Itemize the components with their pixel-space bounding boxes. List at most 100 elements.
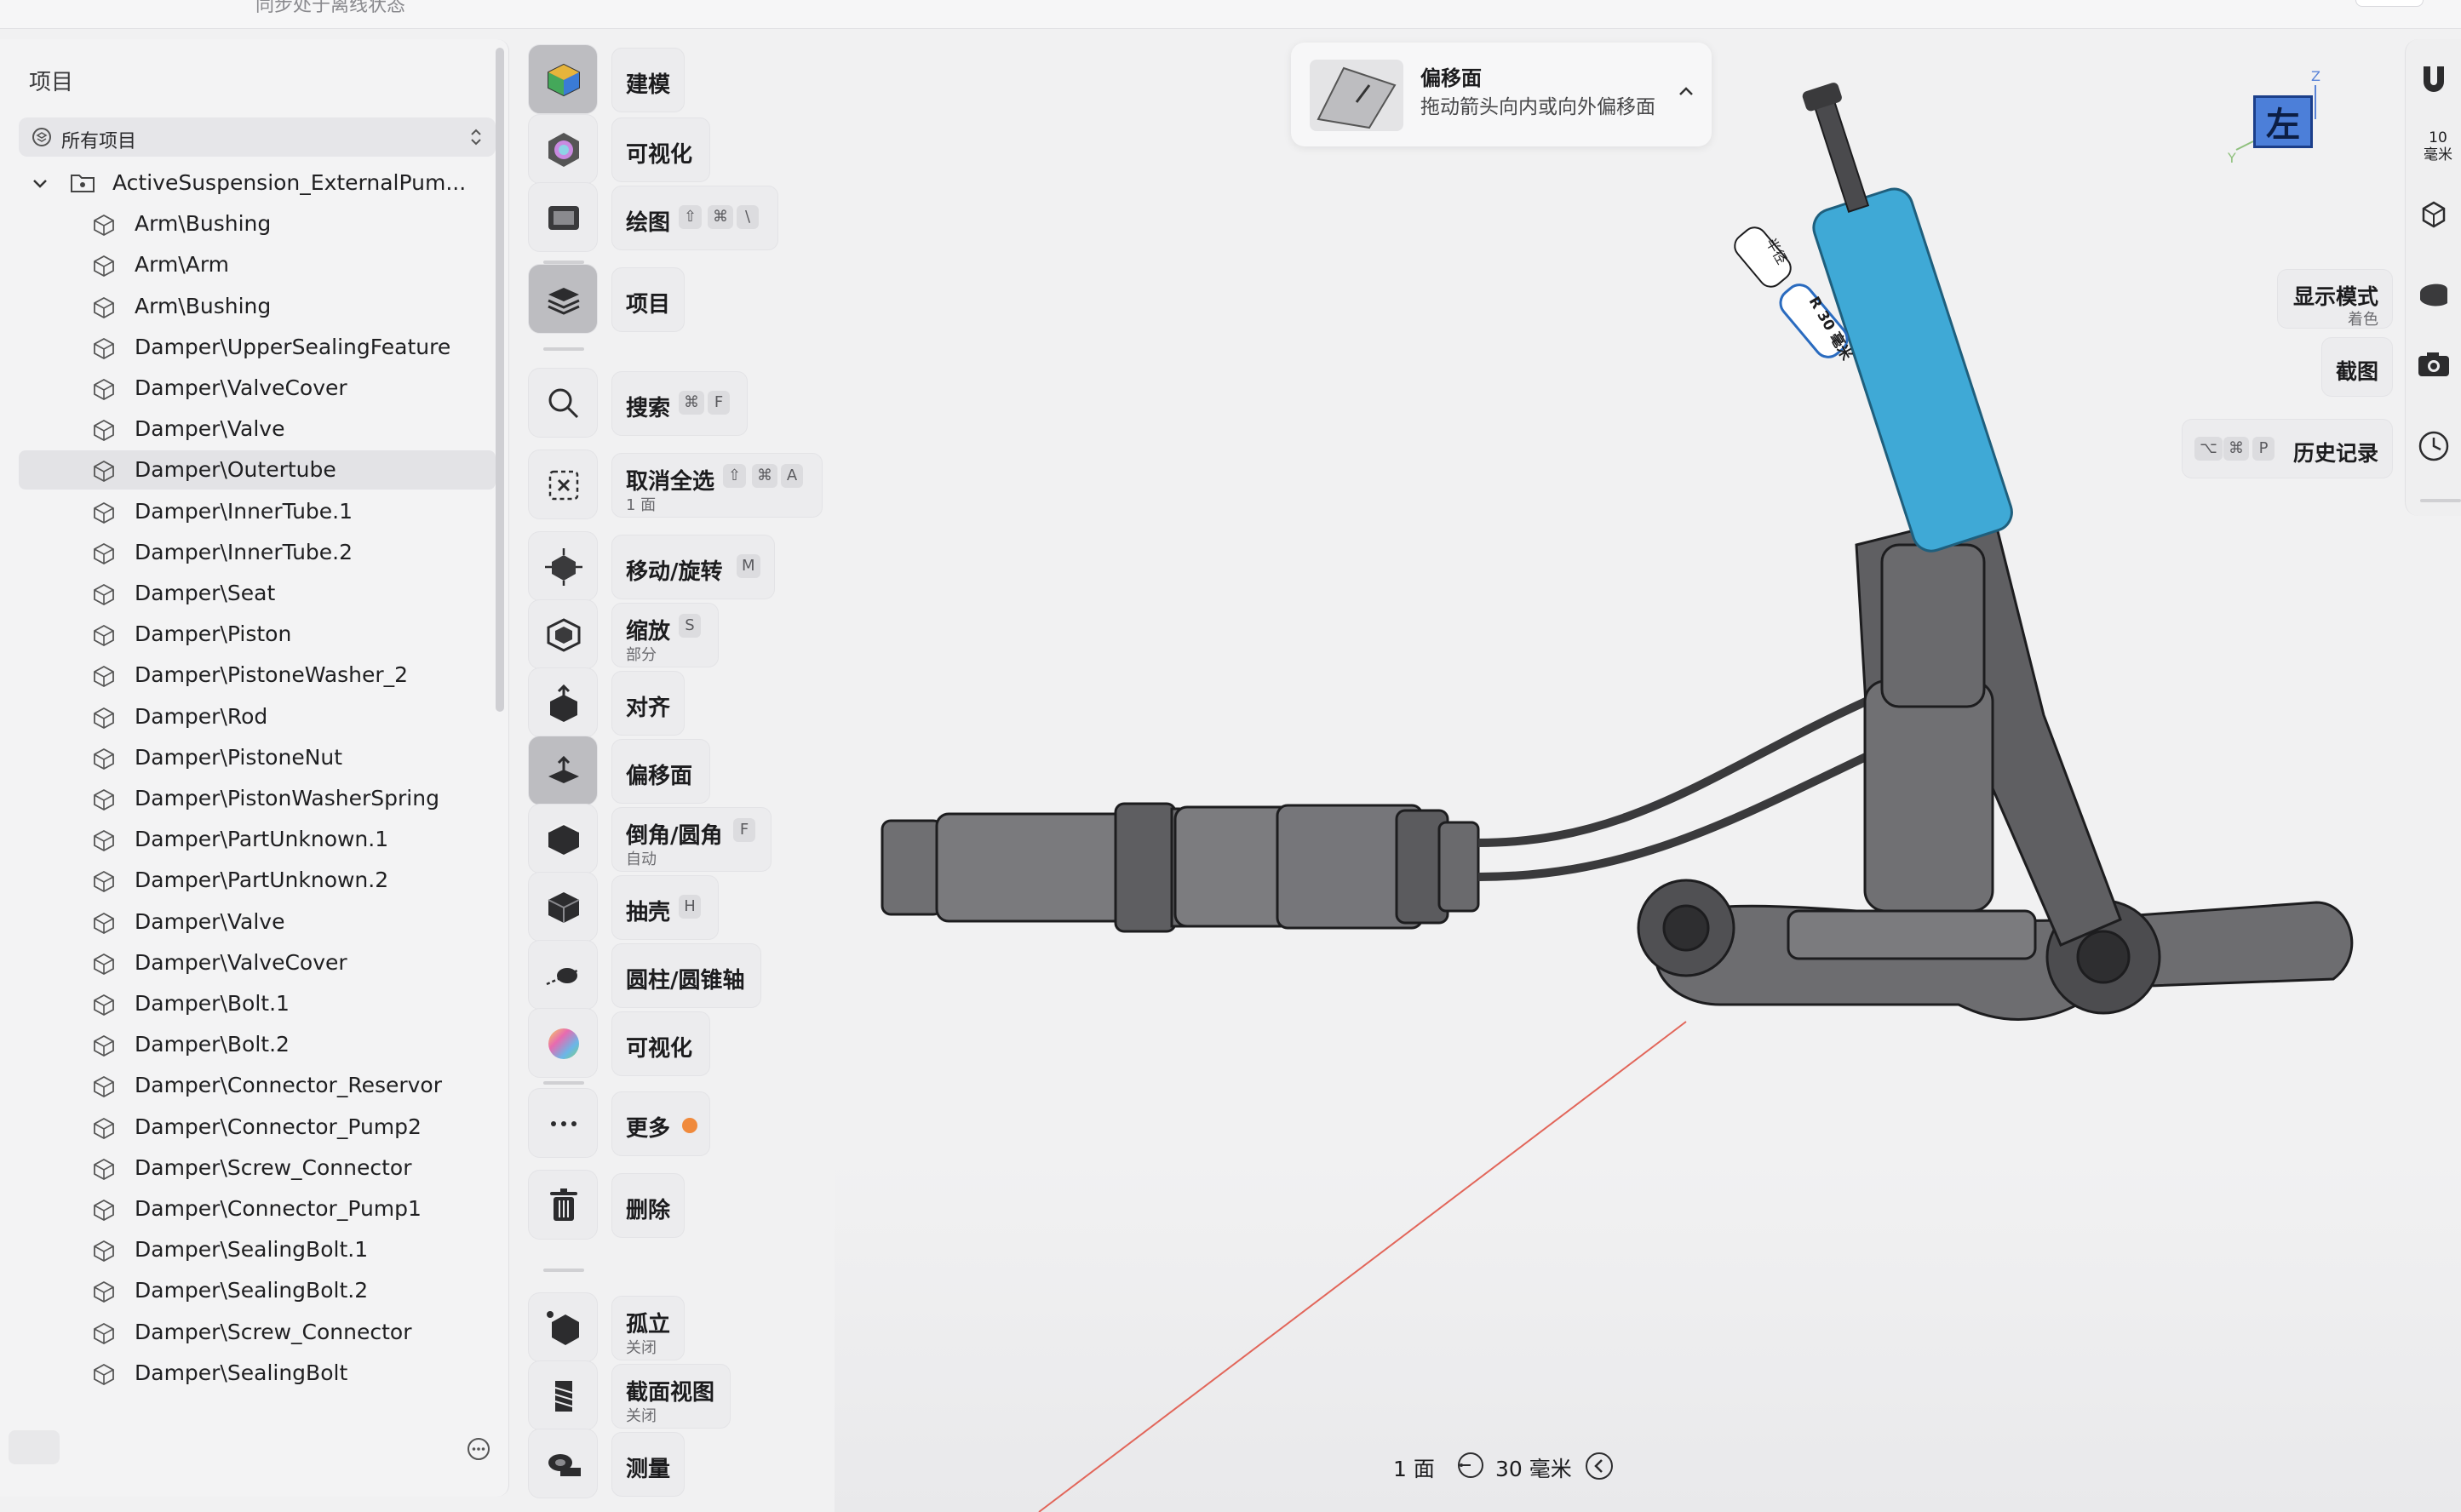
label-section-view[interactable]: 截面视图 关闭 [611,1364,731,1429]
label-project[interactable]: 项目 [611,267,685,332]
snap-increment-value[interactable]: 30 毫米 [1495,1452,1572,1483]
chevron-left-icon[interactable] [1584,1451,1615,1481]
tool-section-view[interactable] [528,1360,598,1430]
history-clock-icon[interactable] [2415,427,2452,465]
tool-visualize[interactable] [528,1008,598,1078]
tree-item-label: Damper\ValveCover [135,375,347,400]
screenshot-button[interactable]: 截图 [2321,337,2393,397]
project-filter-select[interactable]: 所有项目 [19,117,496,157]
part-cube-icon [94,1280,114,1303]
tree-item[interactable]: Damper\Rod [19,697,496,736]
label-fillet[interactable]: 倒角/圆角 自动 F [611,807,772,872]
tree-item[interactable]: Arm\Arm [19,245,496,284]
label-align[interactable]: 对齐 [611,671,685,736]
tree-item[interactable]: Damper\ValveCover [19,369,496,408]
label-cylinder-axis[interactable]: 圆柱/圆锥轴 [611,943,761,1008]
label-deselect[interactable]: 取消全选 1 面 ⇧ ⌘ A [611,453,823,518]
label-more[interactable]: 更多 [611,1091,710,1156]
label-delete[interactable]: 删除 [611,1173,685,1238]
tree-item[interactable]: Damper\Seat [19,574,496,613]
label-sketch[interactable]: 绘图 ⇧ ⌘ \ [611,186,778,250]
tree-item[interactable]: Damper\Valve [19,410,496,449]
label-isolate[interactable]: 孤立 关闭 [611,1296,685,1360]
suspension-model[interactable]: 半径 R 30 毫米 [869,68,2384,1056]
tree-item[interactable]: Damper\SealingBolt.2 [19,1271,496,1310]
tree-item[interactable]: Damper\Connector_Pump2 [19,1108,496,1147]
tool-fillet[interactable] [528,804,598,873]
tree-item[interactable]: Damper\Valve [19,902,496,942]
section-view-icon [554,1381,573,1412]
tree-item[interactable]: Damper\Screw_Connector [19,1148,496,1188]
chevron-up-icon[interactable] [1676,82,1696,102]
camera-icon[interactable] [2415,346,2452,383]
tool-isolate[interactable] [528,1292,598,1362]
tree-item[interactable]: Damper\UpperSealingFeature [19,328,496,367]
tree-item[interactable]: Damper\SealingBolt [19,1354,496,1393]
label-offset-face[interactable]: 偏移面 [611,739,710,804]
tree-scrollbar[interactable] [496,48,504,712]
tool-modeling[interactable] [528,44,598,114]
label-move-rotate[interactable]: 移动/旋转 M [611,535,775,599]
label-visualize-top[interactable]: 可视化 [611,117,710,182]
tool-project[interactable] [528,264,598,334]
tree-item[interactable]: Damper\SealingBolt.1 [19,1230,496,1269]
tool-move-rotate[interactable] [528,531,598,601]
history-button[interactable]: ⌥ ⌘ P 历史记录 [2182,419,2393,478]
tree-item-label: Damper\InnerTube.2 [135,540,353,564]
tree-item[interactable]: Damper\PistonWasherSpring [19,779,496,818]
tool-scale[interactable] [528,599,598,669]
view-cube-face[interactable]: 左 [2253,95,2313,148]
tree-item[interactable]: Damper\PartUnknown.2 [19,861,496,900]
shortcut-key: ⇧ [679,205,703,229]
grid-scale-readout[interactable]: 10 毫米 [2424,129,2452,163]
display-mode-button[interactable]: 显示模式 着色 [2277,269,2393,329]
tree-item[interactable]: Arm\Bushing [19,204,496,243]
part-cube-icon [94,912,114,935]
tool-visualize-top[interactable] [528,114,598,184]
tree-item[interactable]: Damper\Bolt.2 [19,1025,496,1064]
display-mode-icon[interactable] [2415,274,2452,312]
chevron-down-icon[interactable] [31,174,49,192]
more-options-icon[interactable] [465,1435,492,1463]
project-tree[interactable]: ActiveSuspension_ExternalPum... Arm\Bushi… [19,163,496,1440]
label-modeling[interactable]: 建模 [611,48,685,112]
tool-align[interactable] [528,667,598,737]
fillet-icon [548,822,580,855]
tree-item[interactable]: Damper\PartUnknown.1 [19,820,496,859]
tree-root-folder[interactable]: ActiveSuspension_ExternalPum... [19,163,496,203]
tool-offset-face[interactable] [528,736,598,805]
tree-item[interactable]: Damper\Piston [19,615,496,654]
magnet-icon[interactable] [2415,60,2452,97]
tool-measure[interactable] [528,1429,598,1498]
axis-y-label: Y [2228,150,2236,166]
hint-card: 偏移面 拖动箭头向内或向外偏移面 [1291,43,1712,146]
label-measure[interactable]: 测量 [611,1432,685,1497]
tree-item[interactable]: Damper\Screw_Connector [19,1313,496,1352]
tool-shell[interactable] [528,872,598,942]
tree-item[interactable]: Damper\InnerTube.2 [19,533,496,572]
tool-search[interactable] [528,368,598,438]
label-shell[interactable]: 抽壳 H [611,875,719,940]
label-search[interactable]: 搜索 ⌘ F [611,371,748,436]
label-scale[interactable]: 缩放 部分 S [611,603,719,667]
tree-item[interactable]: Damper\InnerTube.1 [19,492,496,531]
tree-item[interactable]: Arm\Bushing [19,287,496,326]
tool-deselect[interactable] [528,450,598,519]
tool-delete[interactable] [528,1170,598,1240]
tree-item[interactable]: Damper\Outertube [19,450,496,490]
ellipsis-icon [551,1121,577,1126]
label-visualize[interactable]: 可视化 [611,1011,710,1076]
tree-item[interactable]: Damper\Bolt.1 [19,984,496,1023]
tool-sketch[interactable] [528,182,598,252]
tool-more[interactable] [528,1088,598,1158]
view-cube[interactable]: Z 左 Y [2228,68,2321,170]
tree-item[interactable]: Damper\ValveCover [19,943,496,982]
tree-item[interactable]: Damper\PistoneNut [19,738,496,777]
tree-item[interactable]: Damper\Connector_Pump1 [19,1189,496,1228]
axis-cube-icon[interactable] [2415,194,2452,232]
snap-increment-icon[interactable] [1456,1451,1485,1480]
tool-cylinder-axis[interactable] [528,940,598,1010]
align-icon [550,684,577,722]
tree-item[interactable]: Damper\Connector_Reservor [19,1066,496,1105]
tree-item[interactable]: Damper\PistoneWasher_2 [19,656,496,695]
